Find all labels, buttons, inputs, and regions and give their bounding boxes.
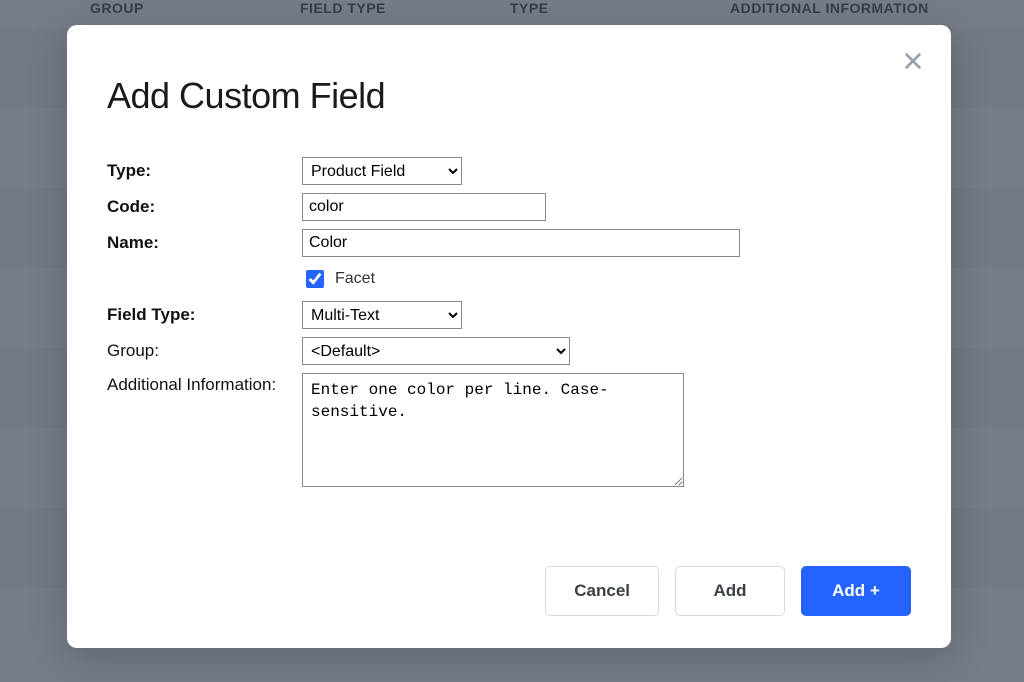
name-input[interactable] bbox=[302, 229, 740, 257]
group-select[interactable]: <Default> bbox=[302, 337, 570, 365]
label-type: Type: bbox=[107, 161, 302, 181]
close-icon bbox=[902, 50, 924, 72]
code-input[interactable] bbox=[302, 193, 546, 221]
label-field-type: Field Type: bbox=[107, 305, 302, 325]
modal-title: Add Custom Field bbox=[107, 75, 911, 117]
cancel-button[interactable]: Cancel bbox=[545, 566, 659, 616]
close-button[interactable] bbox=[897, 45, 929, 77]
additional-info-textarea[interactable] bbox=[302, 373, 684, 487]
label-facet: Facet bbox=[335, 270, 375, 288]
label-name: Name: bbox=[107, 233, 302, 253]
label-group: Group: bbox=[107, 341, 302, 361]
label-additional-info: Additional Information: bbox=[107, 373, 302, 395]
facet-checkbox[interactable] bbox=[306, 270, 324, 288]
add-plus-button[interactable]: Add + bbox=[801, 566, 911, 616]
form: Type: Product Field Code: Name: Facet Fi… bbox=[107, 157, 911, 492]
button-row: Cancel Add Add + bbox=[545, 566, 911, 616]
field-type-select[interactable]: Multi-Text bbox=[302, 301, 462, 329]
label-code: Code: bbox=[107, 197, 302, 217]
facet-checkbox-row[interactable]: Facet bbox=[302, 267, 911, 291]
add-button[interactable]: Add bbox=[675, 566, 785, 616]
add-custom-field-modal: Add Custom Field Type: Product Field Cod… bbox=[67, 25, 951, 648]
type-select[interactable]: Product Field bbox=[302, 157, 462, 185]
